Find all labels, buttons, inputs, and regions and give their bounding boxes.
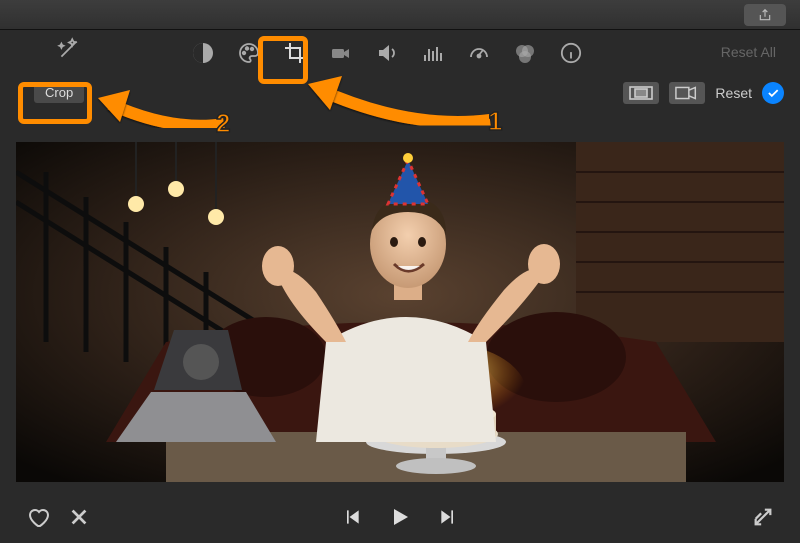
ken-burns-style-button[interactable] bbox=[669, 82, 705, 104]
fullscreen-icon bbox=[752, 506, 774, 528]
crop-mode-button[interactable]: Crop bbox=[34, 82, 84, 103]
next-icon bbox=[438, 507, 458, 527]
play-button[interactable] bbox=[388, 505, 412, 534]
reset-button[interactable]: Reset bbox=[715, 85, 752, 101]
color-balance-icon bbox=[191, 41, 215, 65]
favorite-button[interactable] bbox=[26, 505, 50, 534]
tool-icons-row bbox=[190, 40, 584, 66]
fit-style-button[interactable] bbox=[623, 82, 659, 104]
heart-icon bbox=[26, 505, 50, 529]
clip-filter-button[interactable] bbox=[512, 40, 538, 66]
info-button[interactable] bbox=[558, 40, 584, 66]
magic-wand-icon bbox=[56, 36, 82, 62]
reject-button[interactable] bbox=[68, 506, 90, 533]
volume-button[interactable] bbox=[374, 40, 400, 66]
color-balance-button[interactable] bbox=[190, 40, 216, 66]
color-correction-button[interactable] bbox=[236, 40, 262, 66]
share-button[interactable] bbox=[744, 4, 786, 26]
volume-icon bbox=[375, 41, 399, 65]
crop-tool-button[interactable] bbox=[282, 40, 308, 66]
reset-all-button[interactable]: Reset All bbox=[721, 44, 776, 60]
share-icon bbox=[758, 8, 772, 22]
next-frame-button[interactable] bbox=[438, 507, 458, 532]
info-icon bbox=[560, 42, 582, 64]
video-preview[interactable] bbox=[16, 142, 784, 482]
speedometer-icon bbox=[467, 41, 491, 65]
video-camera-icon bbox=[329, 41, 353, 65]
noise-reduction-button[interactable] bbox=[420, 40, 446, 66]
crop-subtoolbar: Crop Reset bbox=[0, 78, 800, 120]
crop-icon bbox=[283, 41, 307, 65]
color-palette-icon bbox=[237, 41, 261, 65]
titlebar bbox=[0, 0, 800, 30]
fit-icon bbox=[629, 86, 653, 100]
fullscreen-button[interactable] bbox=[752, 506, 774, 533]
overlapping-circles-icon bbox=[513, 41, 537, 65]
adjustments-toolbar: Reset All bbox=[0, 30, 800, 78]
previous-icon bbox=[342, 507, 362, 527]
playback-toolbar bbox=[0, 495, 800, 543]
stabilization-button[interactable] bbox=[328, 40, 354, 66]
checkmark-icon bbox=[766, 86, 780, 100]
play-icon bbox=[388, 505, 412, 529]
ken-burns-icon bbox=[675, 86, 699, 100]
auto-enhance-button[interactable] bbox=[56, 36, 82, 67]
equalizer-icon bbox=[421, 41, 445, 65]
crop-right-controls: Reset bbox=[623, 82, 784, 104]
speed-button[interactable] bbox=[466, 40, 492, 66]
preview-illustration bbox=[16, 142, 784, 482]
previous-frame-button[interactable] bbox=[342, 507, 362, 532]
confirm-button[interactable] bbox=[762, 82, 784, 104]
x-icon bbox=[68, 506, 90, 528]
